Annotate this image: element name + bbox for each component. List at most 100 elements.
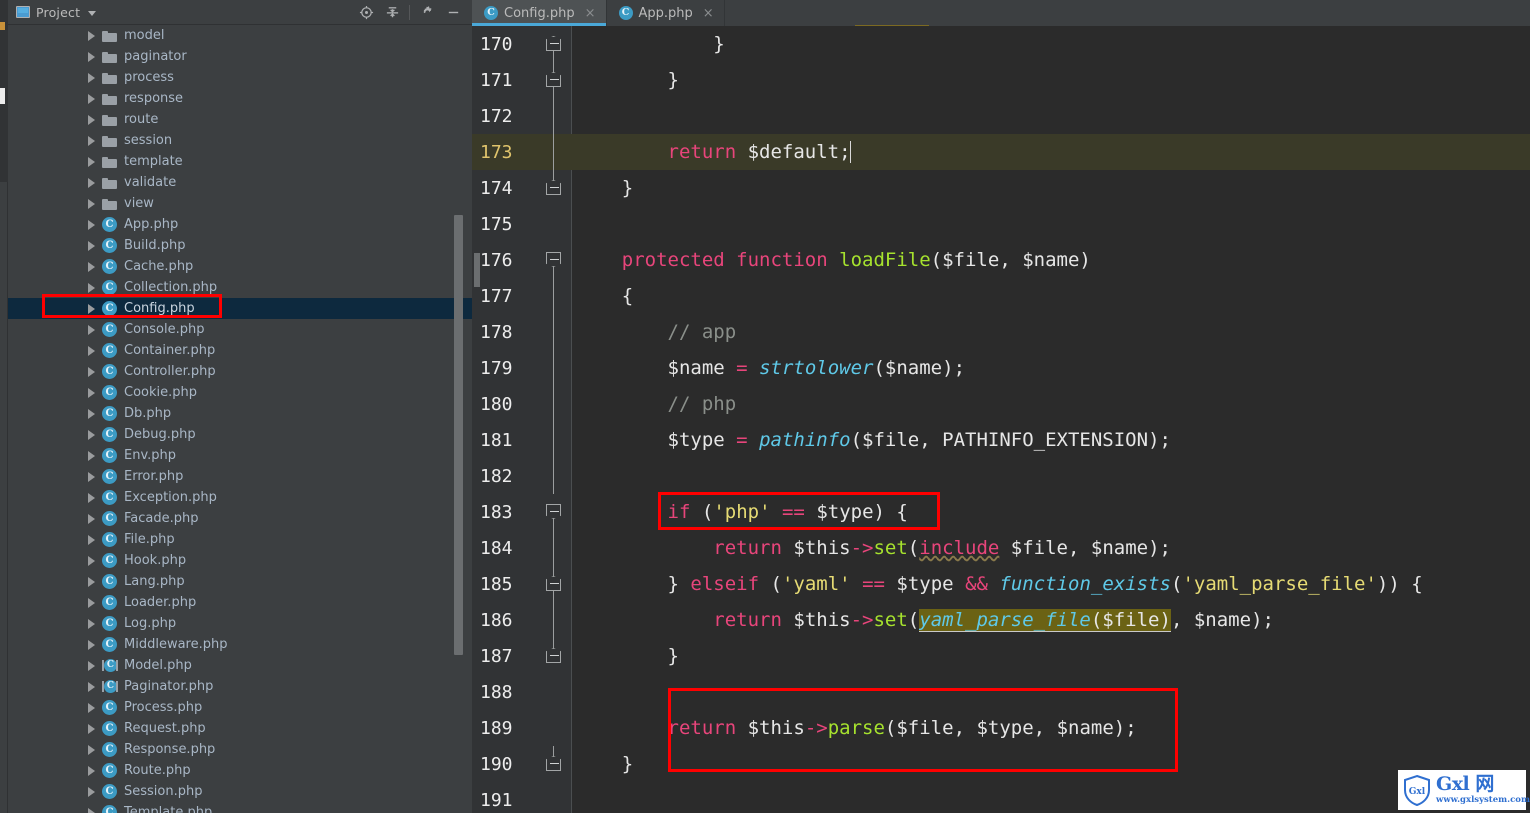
tree-item-log-php[interactable]: C Log.php [8,613,472,634]
code-line-175[interactable]: 175 [472,206,1530,242]
code-fold-marker[interactable] [536,494,572,530]
code-fold-marker[interactable] [536,350,572,386]
code-line-171[interactable]: 171 } [472,62,1530,98]
gear-icon[interactable] [414,0,440,24]
expand-arrow-icon[interactable] [88,345,95,356]
code-line-188[interactable]: 188 [472,674,1530,710]
tree-item-db-php[interactable]: C Db.php [8,403,472,424]
code-fold-marker[interactable] [536,422,572,458]
tree-item-route[interactable]: route [8,109,472,130]
code-viewport[interactable]: 170 } 171 } 172 173 return $default; 174 } 17… [472,26,1530,813]
code-fold-marker[interactable] [536,710,572,746]
tree-item-middleware-php[interactable]: C Middleware.php [8,634,472,655]
expand-arrow-icon[interactable] [88,240,95,251]
expand-arrow-icon[interactable] [88,681,95,692]
tree-item-validate[interactable]: validate [8,172,472,193]
code-line-177[interactable]: 177 { [472,278,1530,314]
project-file-tree[interactable]: model paginator process response route sessio… [8,25,472,813]
tree-item-container-php[interactable]: C Container.php [8,340,472,361]
code-fold-marker[interactable] [536,242,572,278]
tree-item-controller-php[interactable]: C Controller.php [8,361,472,382]
code-fold-marker[interactable] [536,206,572,242]
code-fold-marker[interactable] [536,746,572,782]
expand-arrow-icon[interactable] [88,723,95,734]
expand-arrow-icon[interactable] [88,261,95,272]
code-fold-marker[interactable] [536,458,572,494]
expand-arrow-icon[interactable] [88,702,95,713]
tree-item-paginator[interactable]: paginator [8,46,472,67]
tree-item-error-php[interactable]: C Error.php [8,466,472,487]
expand-arrow-icon[interactable] [88,450,95,461]
expand-arrow-icon[interactable] [88,471,95,482]
code-line-190[interactable]: 190 } [472,746,1530,782]
expand-arrow-icon[interactable] [88,114,95,125]
expand-arrow-icon[interactable] [88,429,95,440]
expand-arrow-icon[interactable] [88,177,95,188]
tree-item-exception-php[interactable]: C Exception.php [8,487,472,508]
code-fold-marker[interactable] [536,530,572,566]
code-line-181[interactable]: 181 $type = pathinfo($file, PATHINFO_EXT… [472,422,1530,458]
tree-item-model-php[interactable]: C Model.php [8,655,472,676]
expand-arrow-icon[interactable] [88,324,95,335]
expand-arrow-icon[interactable] [88,597,95,608]
tree-item-build-php[interactable]: C Build.php [8,235,472,256]
tree-item-collection-php[interactable]: C Collection.php [8,277,472,298]
code-line-179[interactable]: 179 $name = strtolower($name); [472,350,1530,386]
tree-item-process-php[interactable]: C Process.php [8,697,472,718]
code-line-187[interactable]: 187 } [472,638,1530,674]
tree-item-cache-php[interactable]: C Cache.php [8,256,472,277]
tree-item-file-php[interactable]: C File.php [8,529,472,550]
code-line-172[interactable]: 172 [472,98,1530,134]
tree-item-model[interactable]: model [8,25,472,46]
expand-arrow-icon[interactable] [88,366,95,377]
expand-arrow-icon[interactable] [88,135,95,146]
code-line-176[interactable]: 176 protected function loadFile($file, $… [472,242,1530,278]
code-fold-marker[interactable] [536,278,572,314]
expand-arrow-icon[interactable] [88,51,95,62]
code-fold-marker[interactable] [536,314,572,350]
tree-item-session[interactable]: session [8,130,472,151]
tree-item-facade-php[interactable]: C Facade.php [8,508,472,529]
locate-target-icon[interactable] [353,0,379,24]
expand-arrow-icon[interactable] [88,807,95,813]
tree-vertical-scrollbar[interactable] [454,215,463,655]
editor-tab-config-php[interactable]: C Config.php × [472,0,607,26]
expand-arrow-icon[interactable] [88,72,95,83]
tree-item-config-php[interactable]: C Config.php [8,298,472,319]
expand-arrow-icon[interactable] [88,576,95,587]
code-fold-marker[interactable] [536,98,572,134]
tree-item-debug-php[interactable]: C Debug.php [8,424,472,445]
expand-arrow-icon[interactable] [88,408,95,419]
expand-arrow-icon[interactable] [88,660,95,671]
tree-item-template[interactable]: template [8,151,472,172]
code-fold-marker[interactable] [536,566,572,602]
code-line-186[interactable]: 186 return $this->set(yaml_parse_file($f… [472,602,1530,638]
expand-arrow-icon[interactable] [88,303,95,314]
expand-arrow-icon[interactable] [88,765,95,776]
code-fold-marker[interactable] [536,782,572,813]
code-line-185[interactable]: 185 } elseif ('yaml' == $type && functio… [472,566,1530,602]
code-line-191[interactable]: 191 [472,782,1530,813]
tree-item-loader-php[interactable]: C Loader.php [8,592,472,613]
code-line-189[interactable]: 189 return $this->parse($file, $type, $n… [472,710,1530,746]
tree-item-lang-php[interactable]: C Lang.php [8,571,472,592]
expand-arrow-icon[interactable] [88,219,95,230]
editor-tab-app-php[interactable]: C App.php × [607,0,725,26]
expand-arrow-icon[interactable] [88,618,95,629]
chevron-down-icon[interactable] [88,10,97,16]
code-line-183[interactable]: 183 if ('php' == $type) { [472,494,1530,530]
tree-item-response-php[interactable]: C Response.php [8,739,472,760]
tree-item-paginator-php[interactable]: C Paginator.php [8,676,472,697]
code-fold-marker[interactable] [536,62,572,98]
expand-arrow-icon[interactable] [88,555,95,566]
expand-arrow-icon[interactable] [88,534,95,545]
close-icon[interactable]: × [585,6,596,21]
expand-arrow-icon[interactable] [88,198,95,209]
code-line-184[interactable]: 184 return $this->set(include $file, $na… [472,530,1530,566]
tree-item-session-php[interactable]: C Session.php [8,781,472,802]
code-line-174[interactable]: 174 } [472,170,1530,206]
expand-arrow-icon[interactable] [88,492,95,503]
code-line-182[interactable]: 182 [472,458,1530,494]
tree-item-env-php[interactable]: C Env.php [8,445,472,466]
tree-item-app-php[interactable]: C App.php [8,214,472,235]
